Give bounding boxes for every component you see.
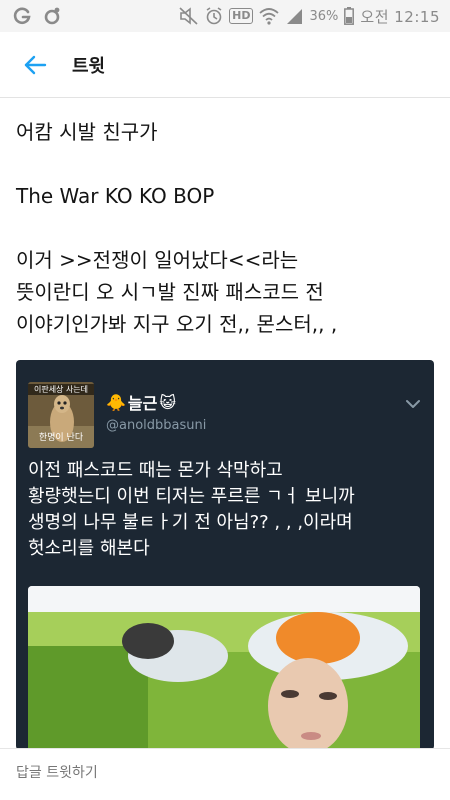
- quoted-tweet-text: 이전 패스코드 때는 몬가 삭막하고 황량햇는디 이번 티저는 푸르른 ㄱㅓ 보…: [28, 458, 428, 562]
- cat-face-icon: 😺: [159, 392, 177, 412]
- reply-input[interactable]: [16, 759, 436, 787]
- avatar[interactable]: 이판세상 사는데 한명이 난다: [28, 382, 94, 448]
- battery-percentage: 36%: [309, 8, 339, 24]
- tweet-line: 이거 >>전쟁이 일어났다<<라는: [16, 248, 299, 272]
- page-title: 트윗: [72, 55, 106, 77]
- status-left-icons: [12, 6, 62, 26]
- quoted-tweet-card[interactable]: 이판세상 사는데 한명이 난다 🐥 늘근 😺 @anoldbbasuni 이전 …: [16, 360, 434, 750]
- grass-portrait-image: [28, 586, 420, 750]
- signal-icon: [287, 9, 303, 24]
- user-handle[interactable]: @anoldbbasuni: [106, 418, 206, 433]
- tweet-line: 어캄 시발 친구가: [16, 120, 158, 144]
- tweet-line: The War KO KO BOP: [16, 184, 215, 208]
- arrow-left-icon: [24, 55, 47, 74]
- display-name[interactable]: 🐥 늘근 😺: [106, 390, 206, 414]
- status-right-icons: HD 36% 오전 12:15: [179, 6, 440, 27]
- back-button[interactable]: [0, 32, 70, 98]
- wifi-icon: [259, 8, 280, 25]
- chevron-down-icon: [406, 400, 420, 408]
- quoted-tweet-image[interactable]: [28, 586, 420, 750]
- avatar-caption-top: 이판세상 사는데: [28, 384, 94, 395]
- mute-icon: [179, 7, 198, 25]
- hd-icon: HD: [229, 8, 254, 24]
- g-icon: [13, 7, 31, 25]
- more-options-button[interactable]: [406, 394, 420, 413]
- tweet-line: 뜻이란디 오 시ㄱ발 진짜 패스코드 전: [16, 280, 324, 304]
- tweet-text: 어캄 시발 친구가 The War KO KO BOP 이거 >>전쟁이 일어났…: [16, 116, 436, 340]
- quoted-tweet-header: 이판세상 사는데 한명이 난다 🐥 늘근 😺 @anoldbbasuni: [28, 382, 206, 448]
- chick-icon: 🐥: [106, 392, 126, 412]
- sync-icon: [44, 7, 60, 25]
- quoted-tweet-author: 🐥 늘근 😺 @anoldbbasuni: [106, 382, 206, 448]
- status-clock: 오전 12:15: [360, 7, 440, 26]
- app-bar: 트윗: [0, 32, 450, 98]
- quoted-line: 생명의 나무 불ㅌㅏ기 전 아님?? , , ,이라며: [28, 512, 353, 533]
- display-name-text: 늘근: [127, 394, 158, 413]
- battery-icon: [344, 7, 355, 25]
- quoted-line: 헛소리를 해본다: [28, 538, 150, 559]
- status-bar: HD 36% 오전 12:15: [0, 0, 450, 32]
- alarm-icon: [206, 7, 222, 25]
- tweet-line: 이야기인가봐 지구 오기 전,, 몬스터,, ,: [16, 312, 338, 336]
- reply-bar: [0, 748, 450, 800]
- quoted-line: 이전 패스코드 때는 몬가 삭막하고: [28, 460, 283, 481]
- avatar-caption-bottom: 한명이 난다: [38, 433, 84, 443]
- quoted-line: 황량햇는디 이번 티저는 푸르른 ㄱㅓ 보니까: [28, 486, 355, 507]
